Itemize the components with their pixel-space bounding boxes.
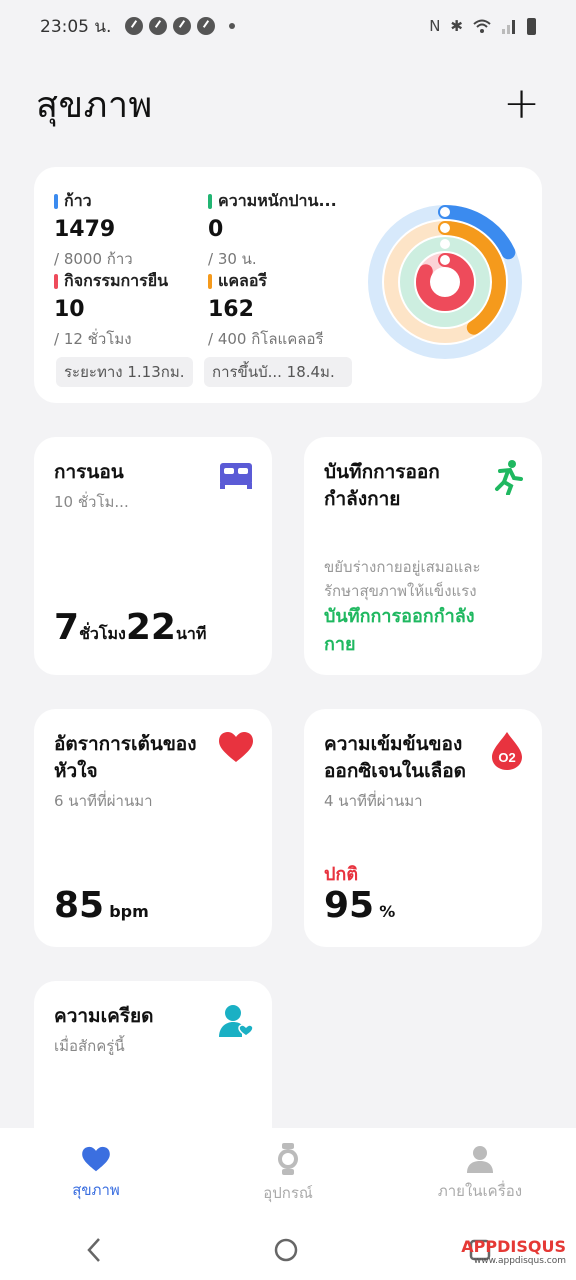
- watermark: APPDISQUS www.appdisqus.com: [461, 1237, 566, 1266]
- oxygen-unit: %: [379, 902, 396, 921]
- stress-person-icon: [219, 1005, 254, 1037]
- steps-goal: / 8000 ก้าว: [54, 250, 133, 268]
- stand-goal: / 12 ชั่วโมง: [54, 330, 132, 348]
- calories-goal: / 400 กิโลแคลอรี: [208, 330, 324, 348]
- add-button[interactable]: +: [503, 82, 540, 126]
- nav-label-health: สุขภาพ: [72, 1181, 120, 1199]
- watch-icon: [278, 1143, 298, 1175]
- signal-icon: [502, 20, 515, 34]
- calories-ring-icon: [440, 223, 450, 233]
- floors-chip: การขึ้นบั... 18.4ม.: [204, 357, 352, 387]
- nfc-icon: Ν: [429, 17, 441, 35]
- blood-oxygen-card[interactable]: ความเข้มข้นของ ออกซิเจนในเลือด 4 นาทีที่…: [304, 709, 542, 947]
- back-icon[interactable]: [85, 1237, 103, 1263]
- exercise-card[interactable]: บันทึกการออก กำลังกาย ขยับร่างกายอยู่เสม…: [304, 437, 542, 675]
- sleep-minutes-unit: นาที: [175, 624, 207, 643]
- sleep-hours: 7: [54, 607, 80, 648]
- calories-value: 162: [208, 297, 254, 322]
- steps-color-bar: [54, 194, 58, 209]
- nav-item-health[interactable]: สุขภาพ: [16, 1146, 176, 1202]
- sleep-minutes: 22: [125, 607, 176, 648]
- stand-value: 10: [54, 297, 85, 322]
- notification-icon: [125, 17, 144, 35]
- nav-label-devices: อุปกรณ์: [263, 1184, 313, 1202]
- heart-rate-reading: 85 bpm: [54, 885, 149, 926]
- intensity-metric: ความหนักปาน... 0 / 30 น.: [208, 189, 337, 271]
- bottom-navigation: สุขภาพ อุปกรณ์ ภายในเครื่อง: [0, 1128, 576, 1220]
- steps-label: ก้าว: [64, 191, 92, 210]
- home-icon[interactable]: [273, 1237, 299, 1263]
- activity-rings: [368, 205, 522, 359]
- steps-metric: ก้าว 1479 / 8000 ก้าว: [54, 189, 133, 271]
- nav-item-profile[interactable]: ภายในเครื่อง: [400, 1145, 560, 1203]
- sleep-goal: 10 ชั่วโม...: [54, 493, 129, 511]
- page-title: สุขภาพ: [36, 84, 153, 126]
- bluetooth-icon: ✱: [450, 17, 463, 35]
- stand-ring-icon: [440, 255, 450, 265]
- stand-ring: [416, 253, 474, 311]
- record-exercise-line1: บันทึกการออกกำลัง: [324, 606, 475, 627]
- heart-rate-value: 85: [54, 885, 105, 926]
- steps-value: 1479: [54, 217, 116, 242]
- activity-summary-card[interactable]: ก้าว 1479 / 8000 ก้าว ความหนักปาน... 0 /…: [34, 167, 542, 403]
- sleep-hours-unit: ชั่วโมง: [79, 624, 126, 643]
- exercise-description: ขยับร่างกายอยู่เสมอและ รักษาสุขภาพให้แข็…: [324, 555, 481, 603]
- heart-rate-unit: bpm: [109, 902, 149, 921]
- watermark-url: www.appdisqus.com: [473, 1256, 566, 1266]
- page-header: สุขภาพ +: [36, 78, 540, 130]
- notification-icon: [173, 17, 192, 35]
- distance-chip: ระยะทาง 1.13กม.: [56, 357, 193, 387]
- oxygen-updated: 4 นาทีที่ผ่านมา: [324, 792, 423, 810]
- record-exercise-link[interactable]: บันทึกการออกกำลัง กาย: [324, 603, 475, 659]
- watermark-brand: APPDISQUS: [461, 1237, 566, 1256]
- stand-metric: กิจกรรมการยืน 10 / 12 ชั่วโมง: [54, 269, 168, 351]
- sleep-duration: 7ชั่วโมง22นาที: [54, 607, 206, 648]
- calories-metric: แคลอรี 162 / 400 กิโลแคลอรี: [208, 269, 324, 351]
- system-navigation-bar: APPDISQUS www.appdisqus.com: [0, 1220, 576, 1280]
- calories-color-bar: [208, 274, 212, 289]
- intensity-label: ความหนักปาน...: [218, 191, 337, 210]
- person-icon: [467, 1146, 493, 1173]
- status-bar: 23:05 น. Ν ✱: [0, 0, 576, 52]
- battery-icon: [527, 17, 536, 35]
- steps-ring-icon: [440, 207, 450, 217]
- nav-item-devices[interactable]: อุปกรณ์: [208, 1143, 368, 1205]
- stand-label: กิจกรรมการยืน: [64, 271, 169, 290]
- wifi-icon: [473, 19, 491, 33]
- nav-label-profile: ภายในเครื่อง: [437, 1182, 523, 1200]
- exercise-desc-line2: รักษาสุขภาพให้แข็งแรง: [324, 582, 477, 600]
- bed-icon: [220, 463, 252, 489]
- oxygen-status: ปกติ: [324, 864, 359, 885]
- intensity-value: 0: [208, 217, 224, 242]
- record-exercise-line2: กาย: [324, 634, 356, 655]
- heart-icon: [219, 732, 253, 762]
- oxygen-value: 95: [324, 885, 375, 926]
- heart-icon: [82, 1146, 110, 1172]
- more-notifications-icon: [229, 23, 236, 29]
- running-icon: [495, 460, 523, 495]
- oxygen-badge-text: O2: [498, 750, 515, 765]
- notification-icon: [197, 17, 216, 35]
- calories-label: แคลอรี: [218, 271, 268, 290]
- intensity-ring-icon: [440, 239, 450, 249]
- status-time: 23:05 น.: [40, 16, 112, 37]
- intensity-color-bar: [208, 194, 212, 209]
- sleep-card[interactable]: การนอน 10 ชั่วโม... 7ชั่วโมง22นาที: [34, 437, 272, 675]
- stand-color-bar: [54, 274, 58, 289]
- oxygen-drop-icon: O2: [492, 732, 522, 770]
- intensity-goal: / 30 น.: [208, 250, 257, 268]
- heart-rate-card[interactable]: อัตราการเต้นของ หัวใจ 6 นาทีที่ผ่านมา 85…: [34, 709, 272, 947]
- exercise-desc-line1: ขยับร่างกายอยู่เสมอและ: [324, 558, 481, 576]
- heart-updated: 6 นาทีที่ผ่านมา: [54, 792, 153, 810]
- oxygen-reading: 95 %: [324, 885, 395, 926]
- notification-icon: [149, 17, 168, 35]
